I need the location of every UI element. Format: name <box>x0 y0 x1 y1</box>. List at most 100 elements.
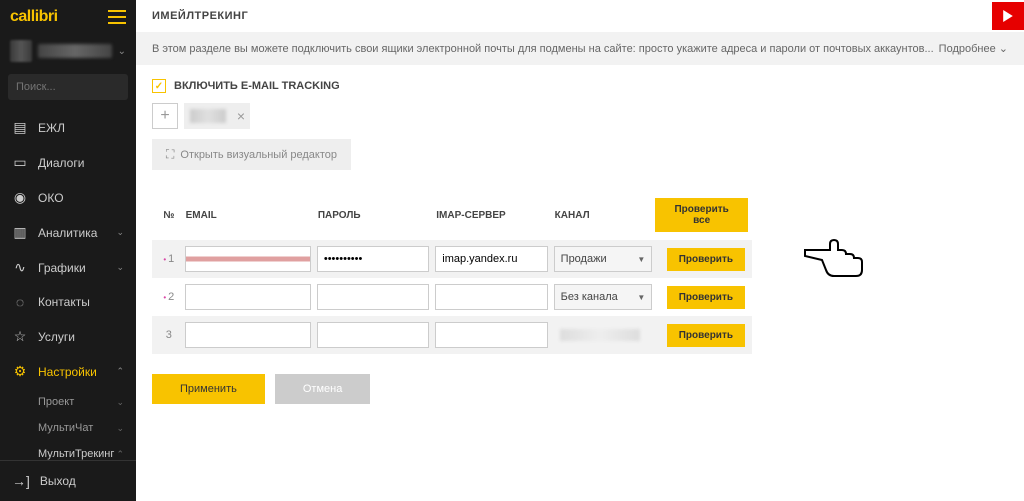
info-text: В этом разделе вы можете подключить свои… <box>152 43 934 55</box>
chevron-up-icon: ⌃ <box>116 449 124 460</box>
apply-button[interactable]: Применить <box>152 374 265 404</box>
nav-label: Графики <box>38 261 86 275</box>
user-icon: ◌ <box>12 294 28 310</box>
chevron-down-icon: ⌄ <box>118 46 126 57</box>
email-input-blurred[interactable] <box>185 246 311 272</box>
row-number: 3 <box>156 329 182 341</box>
password-cell <box>314 322 432 348</box>
chevron-down-icon: ▼ <box>637 293 645 302</box>
profile-row[interactable]: ⌄ <box>0 34 136 68</box>
table-row: 3 Проверить <box>152 316 752 354</box>
password-cell <box>314 246 432 272</box>
exit-icon: →] <box>12 473 30 489</box>
sidebar-item-graphs[interactable]: ∿Графики⌄ <box>0 250 136 285</box>
table-row: 1 Продажи▼ Проверить <box>152 240 752 278</box>
imap-cell <box>432 322 550 348</box>
enable-row: ✓ ВКЛЮЧИТЬ E-MAIL TRACKING <box>152 79 1008 93</box>
exit-label: Выход <box>40 474 76 488</box>
password-input[interactable] <box>317 246 429 272</box>
email-input[interactable] <box>185 322 311 348</box>
actions-row: Применить Отмена <box>152 374 1008 404</box>
email-input[interactable] <box>185 284 311 310</box>
tab-item[interactable]: × <box>184 103 250 129</box>
email-table: № EMAIL ПАРОЛЬ IMAP-СЕРВЕР КАНАЛ Провери… <box>152 190 752 354</box>
col-imap: IMAP-СЕРВЕР <box>432 210 550 221</box>
gear-icon: ⚙ <box>12 363 28 380</box>
enable-checkbox[interactable]: ✓ <box>152 79 166 93</box>
sidebar-item-dialogs[interactable]: ▭Диалоги <box>0 145 136 180</box>
nav-label: Контакты <box>38 295 90 309</box>
imap-input[interactable] <box>435 246 547 272</box>
action-cell: Проверить <box>655 248 748 271</box>
nav-label: Аналитика <box>38 226 97 240</box>
channel-cell: Без канала ▼ <box>551 284 656 310</box>
more-link[interactable]: Подробнее ⌄ <box>939 42 1008 55</box>
sidebar-item-settings[interactable]: ⚙Настройки⌃ <box>0 354 136 389</box>
col-password: ПАРОЛЬ <box>314 210 432 221</box>
exit-button[interactable]: →] Выход <box>0 460 136 501</box>
graph-icon: ∿ <box>12 259 28 276</box>
search-row: ⌕ <box>8 74 128 100</box>
nav-label: ЕЖЛ <box>38 121 65 135</box>
sub-label: МультиТрекинг <box>38 448 114 460</box>
main: ИМЕЙЛТРЕКИНГ В этом разделе вы можете по… <box>136 0 1024 501</box>
sidebar-item-ezhl[interactable]: ▤ ЕЖЛ <box>0 110 136 145</box>
play-button[interactable] <box>992 2 1024 30</box>
sub-item-project[interactable]: Проект⌄ <box>28 389 136 415</box>
tabs-row: + × <box>152 103 1008 129</box>
user-name-blurred <box>38 44 112 58</box>
editor-btn-label: Открыть визуальный редактор <box>180 149 337 161</box>
email-cell <box>182 322 314 348</box>
nav-label: Услуги <box>38 330 75 344</box>
col-email: EMAIL <box>182 210 314 221</box>
action-cell: Проверить <box>655 286 748 309</box>
nav-label: ОКО <box>38 191 64 205</box>
add-tab-button[interactable]: + <box>152 103 178 129</box>
imap-input[interactable] <box>435 322 547 348</box>
channel-dropdown[interactable]: Без канала ▼ <box>554 284 653 310</box>
settings-submenu: Проект⌄ МультиЧат⌄ МультиТрекинг⌃ Основн… <box>0 389 136 460</box>
row-number: 1 <box>156 253 182 265</box>
enable-label: ВКЛЮЧИТЬ E-MAIL TRACKING <box>174 80 340 92</box>
table-row: 2 Без канала ▼ Проверить <box>152 278 752 316</box>
channel-dropdown[interactable] <box>554 322 653 348</box>
channel-blurred <box>560 329 640 341</box>
sidebar-item-analytics[interactable]: ▥Аналитика⌄ <box>0 215 136 250</box>
brand-logo: callibri <box>10 8 58 26</box>
password-input[interactable] <box>317 284 429 310</box>
chevron-down-icon: ⌄ <box>116 227 124 238</box>
check-all-button[interactable]: Проверить все <box>655 198 748 232</box>
check-button[interactable]: Проверить <box>667 324 745 347</box>
visual-editor-button[interactable]: ⛶ Открыть визуальный редактор <box>152 139 351 170</box>
channel-dropdown[interactable]: Продажи▼ <box>554 246 653 272</box>
hamburger-icon[interactable] <box>108 10 126 24</box>
sidebar-item-services[interactable]: ☆ Услуги <box>0 319 136 354</box>
action-cell: Проверить <box>655 324 748 347</box>
check-button[interactable]: Проверить <box>667 248 745 271</box>
info-bar: В этом разделе вы можете подключить свои… <box>136 32 1024 65</box>
sub-item-multichat[interactable]: МультиЧат⌄ <box>28 415 136 441</box>
logo-row: callibri <box>0 0 136 34</box>
star-icon: ☆ <box>12 328 28 345</box>
topbar: ИМЕЙЛТРЕКИНГ <box>136 0 1024 32</box>
nav-label: Настройки <box>38 365 97 379</box>
sidebar-item-contacts[interactable]: ◌ Контакты <box>0 285 136 319</box>
close-icon[interactable]: × <box>232 108 250 124</box>
chevron-down-icon: ⌄ <box>116 397 124 408</box>
table-header: № EMAIL ПАРОЛЬ IMAP-СЕРВЕР КАНАЛ Провери… <box>152 190 752 240</box>
sub-item-multitracking[interactable]: МультиТрекинг⌃ <box>28 441 136 460</box>
row-number: 2 <box>156 291 182 303</box>
password-cell <box>314 284 432 310</box>
col-action: Проверить все <box>655 198 748 232</box>
content: ✓ ВКЛЮЧИТЬ E-MAIL TRACKING + × ⛶ Открыть… <box>136 65 1024 418</box>
dropdown-value: Без канала <box>561 291 618 303</box>
page-title: ИМЕЙЛТРЕКИНГ <box>152 10 992 22</box>
password-input[interactable] <box>317 322 429 348</box>
expand-icon: ⛶ <box>166 147 174 162</box>
check-button[interactable]: Проверить <box>667 286 745 309</box>
sidebar-item-oko[interactable]: ◉ОКО <box>0 180 136 215</box>
cancel-button[interactable]: Отмена <box>275 374 370 404</box>
email-cell <box>182 284 314 310</box>
list-icon: ▤ <box>12 119 28 136</box>
imap-input[interactable] <box>435 284 547 310</box>
